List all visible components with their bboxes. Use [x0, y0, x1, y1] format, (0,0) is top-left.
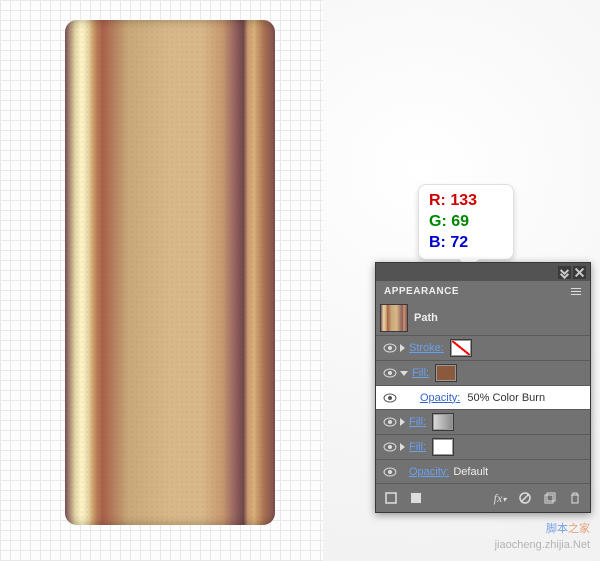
path-label: Path	[414, 312, 438, 324]
visibility-toggle-icon[interactable]	[383, 393, 397, 403]
panel-footer: fx▾	[376, 484, 590, 512]
panel-menu-icon[interactable]	[568, 284, 586, 298]
fx-icon[interactable]: fx▾	[489, 488, 511, 508]
opacity-value: 50% Color Burn	[467, 392, 545, 404]
stroke-link[interactable]: Stroke:	[409, 342, 444, 354]
opacity-row[interactable]: Opacity: Default	[376, 460, 590, 484]
close-icon[interactable]	[573, 266, 586, 279]
panel-body: Path Stroke: Fill:	[376, 301, 590, 484]
stroke-row[interactable]: Stroke:	[376, 336, 590, 361]
watermark: 脚本之家 jiaocheng.zhijia.Net	[495, 522, 590, 553]
opacity-sub-row[interactable]: Opacity: 50% Color Burn	[376, 386, 590, 410]
new-fill-icon[interactable]	[405, 488, 427, 508]
expand-toggle-icon[interactable]	[400, 443, 405, 451]
fill-row-1[interactable]: Fill:	[376, 361, 590, 386]
path-header-row[interactable]: Path	[376, 301, 590, 336]
expand-toggle-icon[interactable]	[400, 344, 405, 352]
fill-swatch[interactable]	[432, 438, 454, 456]
delete-icon[interactable]	[564, 488, 586, 508]
opacity-value: Default	[453, 466, 488, 478]
visibility-toggle-icon[interactable]	[383, 343, 397, 353]
duplicate-icon[interactable]	[539, 488, 561, 508]
appearance-panel: APPEARANCE Path Stroke:	[375, 262, 591, 513]
path-thumbnail	[380, 304, 408, 332]
collapse-icon[interactable]	[558, 266, 571, 279]
fill-row-3[interactable]: Fill:	[376, 435, 590, 460]
expand-toggle-icon[interactable]	[400, 371, 408, 376]
tooltip-g: G: 69	[429, 212, 503, 233]
color-tooltip: R: 133 G: 69 B: 72	[418, 184, 514, 260]
fill-link[interactable]: Fill:	[409, 441, 426, 453]
fill-swatch[interactable]	[432, 413, 454, 431]
canvas-grid[interactable]	[0, 0, 323, 561]
fill-link[interactable]: Fill:	[409, 416, 426, 428]
visibility-toggle-icon[interactable]	[383, 467, 397, 477]
expand-toggle-icon[interactable]	[400, 418, 405, 426]
stroke-swatch[interactable]	[450, 339, 472, 357]
tooltip-r: R: 133	[429, 191, 503, 212]
panel-tab-bar	[376, 263, 590, 281]
new-stroke-icon[interactable]	[380, 488, 402, 508]
fill-link[interactable]: Fill:	[412, 367, 429, 379]
panel-header: APPEARANCE	[376, 281, 590, 301]
opacity-link[interactable]: Opacity:	[420, 392, 460, 404]
fill-swatch[interactable]	[435, 364, 457, 382]
fill-row-2[interactable]: Fill:	[376, 410, 590, 435]
clear-appearance-icon[interactable]	[514, 488, 536, 508]
opacity-link[interactable]: Opacity:	[409, 466, 449, 478]
visibility-toggle-icon[interactable]	[383, 417, 397, 427]
visibility-toggle-icon[interactable]	[383, 368, 397, 378]
visibility-toggle-icon[interactable]	[383, 442, 397, 452]
artwork-rectangle[interactable]	[65, 20, 275, 525]
tooltip-b: B: 72	[429, 233, 503, 254]
panel-title[interactable]: APPEARANCE	[376, 282, 467, 301]
